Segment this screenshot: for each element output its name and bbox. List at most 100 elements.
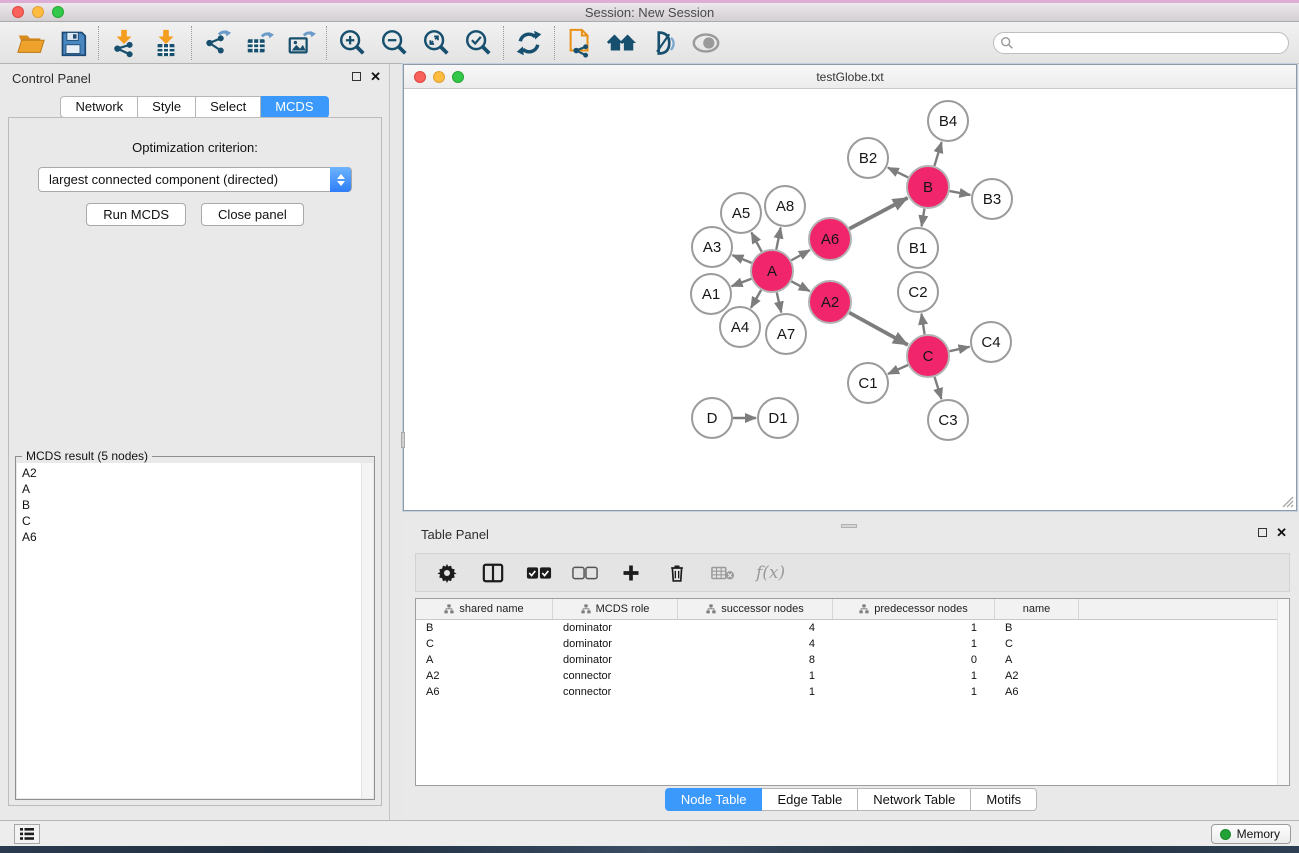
- export-image-button[interactable]: [280, 25, 322, 61]
- node-B4[interactable]: B4: [928, 101, 968, 141]
- node-A1[interactable]: A1: [691, 274, 731, 314]
- edge-A-A2[interactable]: [791, 281, 809, 291]
- network-minimize-button[interactable]: [433, 71, 445, 83]
- table-row[interactable]: A2connector11A2: [416, 668, 1289, 684]
- zoom-in-button[interactable]: [331, 25, 373, 61]
- cell-shared-name[interactable]: C: [416, 636, 553, 652]
- add-column-button[interactable]: [618, 560, 644, 586]
- node-A4[interactable]: A4: [720, 307, 760, 347]
- node-C[interactable]: C: [907, 335, 949, 377]
- float-panel-icon[interactable]: [352, 72, 361, 81]
- node-D[interactable]: D: [692, 398, 732, 438]
- cell-predecessor-nodes[interactable]: 1: [833, 620, 995, 636]
- tab-select[interactable]: Select: [196, 96, 261, 118]
- cell-predecessor-nodes[interactable]: 0: [833, 652, 995, 668]
- node-A8[interactable]: A8: [765, 186, 805, 226]
- node-D1[interactable]: D1: [758, 398, 798, 438]
- task-history-button[interactable]: [14, 824, 40, 844]
- tab-network[interactable]: Network: [60, 96, 138, 118]
- cell-successor-nodes[interactable]: 8: [678, 652, 833, 668]
- network-zoom-button[interactable]: [452, 71, 464, 83]
- cell-successor-nodes[interactable]: 1: [678, 684, 833, 700]
- cell-name[interactable]: A: [995, 652, 1079, 668]
- zoom-selected-button[interactable]: [457, 25, 499, 61]
- table-row[interactable]: Adominator80A: [416, 652, 1289, 668]
- tab-edge-table[interactable]: Edge Table: [762, 788, 858, 811]
- resize-grip-icon[interactable]: [1281, 495, 1294, 508]
- node-C1[interactable]: C1: [848, 363, 888, 403]
- node-B[interactable]: B: [907, 166, 949, 208]
- column-header-shared-name[interactable]: shared name: [416, 599, 553, 619]
- column-header-predecessor-nodes[interactable]: predecessor nodes: [833, 599, 995, 619]
- node-A5[interactable]: A5: [721, 193, 761, 233]
- run-mcds-button[interactable]: Run MCDS: [86, 203, 186, 226]
- cell-MCDS-role[interactable]: connector: [553, 684, 678, 700]
- close-panel-button[interactable]: Close panel: [201, 203, 304, 226]
- first-neighbors-button[interactable]: [601, 25, 643, 61]
- network-graph[interactable]: B4B2BB3A5A8A6B1A3AC2A1A2A4A7C4CC1DD1C3: [404, 89, 1296, 510]
- column-header-MCDS-role[interactable]: MCDS role: [553, 599, 678, 619]
- cell-MCDS-role[interactable]: dominator: [553, 636, 678, 652]
- delete-column-button[interactable]: [664, 560, 690, 586]
- result-item[interactable]: A: [22, 481, 361, 497]
- edge-B-B3[interactable]: [950, 191, 971, 195]
- column-manager-button[interactable]: [480, 560, 506, 586]
- tab-motifs[interactable]: Motifs: [971, 788, 1037, 811]
- edge-C-C3[interactable]: [935, 377, 942, 399]
- edge-A-A7[interactable]: [777, 292, 781, 312]
- edge-B-B1[interactable]: [922, 209, 925, 227]
- cell-shared-name[interactable]: B: [416, 620, 553, 636]
- table-settings-button[interactable]: [434, 560, 460, 586]
- edge-A-A5[interactable]: [751, 232, 761, 251]
- cell-predecessor-nodes[interactable]: 1: [833, 668, 995, 684]
- edge-A2-C[interactable]: [849, 313, 908, 345]
- window-controls[interactable]: [12, 6, 64, 18]
- search-input[interactable]: [993, 32, 1289, 54]
- node-B2[interactable]: B2: [848, 138, 888, 178]
- network-canvas[interactable]: B4B2BB3A5A8A6B1A3AC2A1A2A4A7C4CC1DD1C3: [404, 89, 1296, 510]
- tab-node-table[interactable]: Node Table: [665, 788, 763, 811]
- zoom-out-button[interactable]: [373, 25, 415, 61]
- cell-shared-name[interactable]: A: [416, 652, 553, 668]
- network-window-titlebar[interactable]: testGlobe.txt: [404, 65, 1296, 89]
- column-header-name[interactable]: name: [995, 599, 1079, 619]
- import-table-button[interactable]: [145, 25, 187, 61]
- cell-predecessor-nodes[interactable]: 1: [833, 684, 995, 700]
- node-A6[interactable]: A6: [809, 218, 851, 260]
- node-C3[interactable]: C3: [928, 400, 968, 440]
- node-C4[interactable]: C4: [971, 322, 1011, 362]
- export-table-button[interactable]: [238, 25, 280, 61]
- open-session-button[interactable]: [10, 25, 52, 61]
- select-all-button[interactable]: [526, 560, 552, 586]
- network-close-button[interactable]: [414, 71, 426, 83]
- cell-predecessor-nodes[interactable]: 1: [833, 636, 995, 652]
- result-item[interactable]: B: [22, 497, 361, 513]
- import-network-button[interactable]: [103, 25, 145, 61]
- edge-A-A3[interactable]: [732, 255, 751, 263]
- cell-shared-name[interactable]: A6: [416, 684, 553, 700]
- cell-MCDS-role[interactable]: dominator: [553, 652, 678, 668]
- result-item[interactable]: A2: [22, 465, 361, 481]
- node-B3[interactable]: B3: [972, 179, 1012, 219]
- deselect-all-button[interactable]: [572, 560, 598, 586]
- cell-name[interactable]: A2: [995, 668, 1079, 684]
- node-C2[interactable]: C2: [898, 272, 938, 312]
- function-builder-button[interactable]: f(x): [756, 563, 785, 583]
- tab-network-table[interactable]: Network Table: [858, 788, 971, 811]
- cell-name[interactable]: B: [995, 620, 1079, 636]
- result-item[interactable]: C: [22, 513, 361, 529]
- network-from-selection-button[interactable]: [559, 25, 601, 61]
- cell-name[interactable]: C: [995, 636, 1079, 652]
- edge-C-C4[interactable]: [949, 347, 969, 351]
- float-table-panel-icon[interactable]: [1258, 528, 1267, 537]
- apply-layout-button[interactable]: [508, 25, 550, 61]
- edge-C-C1[interactable]: [888, 365, 908, 374]
- tab-style[interactable]: Style: [138, 96, 196, 118]
- annotation-mode-button[interactable]: [643, 25, 685, 61]
- cell-successor-nodes[interactable]: 4: [678, 620, 833, 636]
- cell-MCDS-role[interactable]: dominator: [553, 620, 678, 636]
- edge-B-B4[interactable]: [934, 142, 941, 166]
- node-A[interactable]: A: [751, 250, 793, 292]
- delete-table-button[interactable]: [710, 560, 736, 586]
- memory-button[interactable]: Memory: [1211, 824, 1291, 844]
